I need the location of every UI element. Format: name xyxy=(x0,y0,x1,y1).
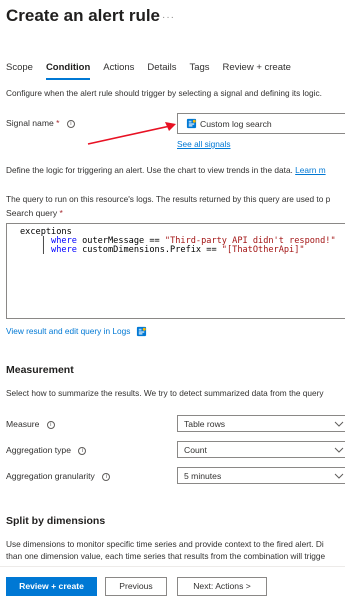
tab-condition[interactable]: Condition xyxy=(45,62,91,80)
split-description-line-1: Use dimensions to monitor specific time … xyxy=(6,539,324,549)
required-marker: * xyxy=(59,208,63,218)
tab-review-create[interactable]: Review + create xyxy=(223,62,291,80)
aggregation-granularity-value: 5 minutes xyxy=(184,471,222,481)
search-query-editor[interactable]: exceptions | where outerMessage == "Thir… xyxy=(6,223,345,319)
more-options-icon[interactable]: ··· xyxy=(162,12,175,23)
query-line-3: | where customDimensions.Prefix == "[Tha… xyxy=(20,246,305,255)
aggregation-granularity-text: Aggregation granularity xyxy=(6,471,95,481)
signal-name-text: Signal name xyxy=(6,118,54,128)
tab-details[interactable]: Details xyxy=(147,62,176,80)
log-search-icon xyxy=(186,118,197,129)
signal-name-value: Custom log search xyxy=(200,119,272,129)
measure-label: Measure i xyxy=(6,419,55,429)
split-by-dimensions-heading: Split by dimensions xyxy=(6,515,106,527)
logic-description: Define the logic for triggering an alert… xyxy=(6,165,326,175)
log-analytics-icon xyxy=(136,327,146,337)
aggregation-granularity-label: Aggregation granularity i xyxy=(6,471,111,481)
query-token: customDimensions.Prefix == xyxy=(76,245,222,255)
tab-actions[interactable]: Actions xyxy=(103,62,134,80)
see-all-signals-link[interactable]: See all signals xyxy=(177,139,231,149)
signal-name-label: Signal name * i xyxy=(6,118,75,128)
page-title: Create an alert rule xyxy=(6,6,161,25)
learn-more-link[interactable]: Learn m xyxy=(295,165,325,175)
query-string: "[ThatOtherApi]" xyxy=(221,245,305,255)
view-result-text: View result and edit query in Logs xyxy=(6,326,131,336)
query-description: The query to run on this resource's logs… xyxy=(6,194,331,204)
info-icon[interactable]: i xyxy=(78,446,87,455)
next-actions-button[interactable]: Next: Actions > xyxy=(177,577,267,596)
wizard-tabs: Scope Condition Actions Details Tags Rev… xyxy=(6,62,304,80)
measurement-description: Select how to summarize the results. We … xyxy=(6,388,324,398)
view-result-in-logs-link[interactable]: View result and edit query in Logs xyxy=(6,326,147,337)
split-description-line-2: than one dimension value, each time seri… xyxy=(6,551,326,561)
logic-text: Define the logic for triggering an alert… xyxy=(6,165,293,175)
footer-divider xyxy=(0,566,345,567)
measure-value: Table rows xyxy=(184,419,226,429)
chevron-down-icon xyxy=(334,447,344,453)
tab-tags[interactable]: Tags xyxy=(189,62,209,80)
condition-intro: Configure when the alert rule should tri… xyxy=(6,88,322,98)
info-icon[interactable]: i xyxy=(46,420,55,429)
aggregation-granularity-dropdown[interactable]: 5 minutes xyxy=(177,467,345,484)
aggregation-type-dropdown[interactable]: Count xyxy=(177,441,345,458)
signal-name-field[interactable]: Custom log search xyxy=(177,113,345,134)
previous-button[interactable]: Previous xyxy=(105,577,167,596)
search-query-text: Search query xyxy=(6,208,58,218)
chevron-down-icon xyxy=(334,473,344,479)
measure-text: Measure xyxy=(6,419,40,429)
aggregation-type-label: Aggregation type i xyxy=(6,445,87,455)
aggregation-type-text: Aggregation type xyxy=(6,445,71,455)
review-create-button[interactable]: Review + create xyxy=(6,577,97,596)
tab-scope[interactable]: Scope xyxy=(6,62,33,80)
red-arrow-annotation xyxy=(87,122,176,145)
required-marker: * xyxy=(56,118,60,128)
query-token: | xyxy=(20,245,52,255)
measurement-heading: Measurement xyxy=(6,364,74,376)
aggregation-type-value: Count xyxy=(184,445,207,455)
measure-dropdown[interactable]: Table rows xyxy=(177,415,345,432)
info-icon[interactable]: i xyxy=(102,472,111,481)
chevron-down-icon xyxy=(334,421,344,427)
query-keyword: where xyxy=(51,245,77,255)
search-query-label: Search query * xyxy=(6,208,63,218)
info-icon[interactable]: i xyxy=(66,119,75,128)
